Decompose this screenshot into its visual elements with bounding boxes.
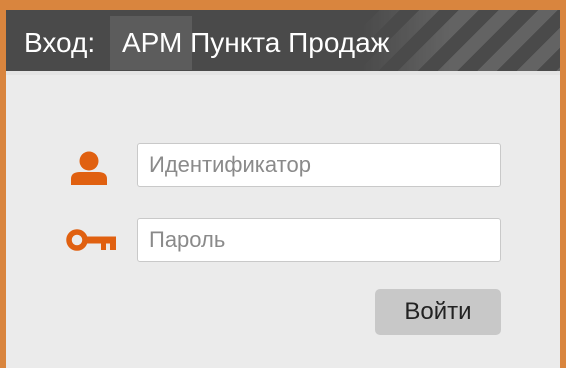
login-dialog: Вход: АРМ Пункта Продаж Войти [6, 10, 560, 368]
dialog-title: АРМ Пункта Продаж [122, 27, 390, 58]
login-button[interactable]: Войти [375, 289, 501, 335]
dialog-titlebar: Вход: АРМ Пункта Продаж [6, 10, 560, 75]
username-input[interactable] [137, 143, 501, 187]
user-icon [71, 151, 107, 185]
key-icon [66, 229, 116, 251]
titlebar-stripes-decoration [360, 10, 560, 71]
dialog-title-prefix: Вход: [24, 27, 96, 58]
password-input[interactable] [137, 218, 501, 262]
